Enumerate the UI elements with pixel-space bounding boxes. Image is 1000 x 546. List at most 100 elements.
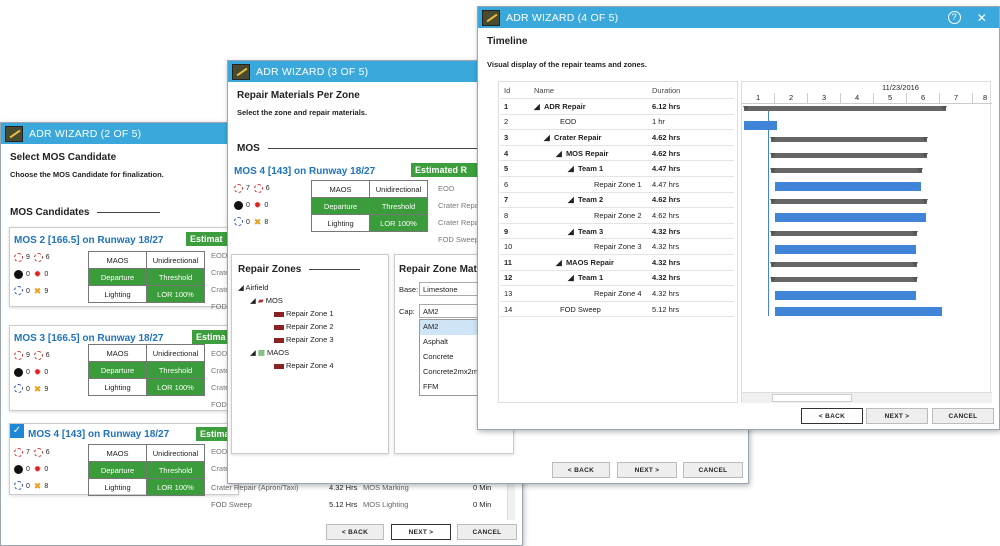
explosion-icon: ✹ [33, 367, 42, 377]
window-title: ADR WIZARD (2 OF 5) [29, 127, 142, 140]
cap-label: Cap: [399, 307, 415, 316]
table-row[interactable]: 4 ◢ MOS Repair 4.62 hrs [500, 145, 734, 162]
summary-bar[interactable] [770, 137, 928, 142]
camouflet-icon [253, 183, 263, 193]
table-row[interactable]: 8 Repair Zone 2 4.62 hrs [500, 207, 734, 224]
col-name[interactable]: Name [530, 83, 648, 100]
damage-icon: ✖ [33, 383, 42, 394]
tree-item-airfield[interactable]: ◢ Airfield [238, 281, 334, 294]
table-row[interactable]: 12 ◢ Team 1 4.32 hrs [500, 270, 734, 287]
adr-logo-icon [5, 125, 23, 142]
table-row[interactable]: 9 ◢ Team 3 4.32 hrs [500, 223, 734, 240]
explosion-icon: ✹ [253, 200, 262, 210]
task-bar[interactable] [775, 245, 916, 254]
candidate-stats: 7 6 0 ✹ 0 0 ✖ 8 [14, 445, 50, 495]
task-bar[interactable] [775, 307, 942, 316]
tree-item-repair-zone-2[interactable]: Repair Zone 2 [238, 320, 334, 333]
col-id[interactable]: Id [500, 83, 530, 100]
table-row[interactable]: 3 ◢ Crater Repair 4.62 hrs [500, 129, 734, 146]
gantt-hour-ticks: 1 2 3 4 5 6 7 8 [742, 93, 992, 104]
tree-item-repair-zone-3[interactable]: Repair Zone 3 [238, 333, 334, 346]
bomb-icon [14, 464, 23, 474]
table-row[interactable]: 7 ◢ Team 2 4.62 hrs [500, 192, 734, 209]
mos-attributes-grid: MAOS Unidirectional Departure Threshold Li… [88, 251, 205, 303]
next-button[interactable]: NEXT > [617, 462, 677, 478]
close-icon[interactable]: ✕ [977, 11, 987, 25]
checkbox-checked-icon[interactable]: ✓ [10, 424, 24, 438]
window-title: ADR WIZARD (4 OF 5) [506, 11, 619, 24]
adr-logo-icon [482, 9, 500, 26]
back-button[interactable]: < BACK [326, 524, 384, 540]
repair-zones-title: Repair Zones [238, 264, 360, 275]
camouflet-icon [33, 252, 43, 262]
table-row[interactable]: 13 Repair Zone 4 4.32 hrs [500, 285, 734, 302]
wizard-step-4-window: ADR WIZARD (4 OF 5) ? ✕ Timeline Visual … [477, 6, 1000, 430]
tree-item-repair-zone-1[interactable]: Repair Zone 1 [238, 307, 334, 320]
crater-icon [14, 447, 23, 457]
candidate-stats: 9 6 0 ✹ 0 0 ✖ 9 [14, 348, 50, 398]
mos-candidate-card[interactable]: MOS 2 [166.5] on Runway 18/27 Estimat 9 … [9, 227, 239, 307]
summary-bar[interactable] [770, 262, 918, 267]
next-button[interactable]: NEXT > [391, 524, 451, 540]
scrollbar-thumb[interactable] [772, 394, 852, 402]
page-subtitle: Visual display of the repair teams and z… [487, 60, 647, 69]
title-bar: ADR WIZARD (4 OF 5) ? ✕ [478, 7, 999, 28]
damage-icon: ✖ [253, 216, 262, 227]
summary-bar[interactable] [770, 168, 923, 173]
summary-bar[interactable] [770, 153, 928, 158]
estimate-details: EOD Crater Repa Crater Repa FOD Sweep [438, 184, 479, 244]
task-bar[interactable] [744, 121, 777, 130]
horizontal-scrollbar[interactable] [742, 392, 992, 403]
table-row[interactable]: 5 ◢ Team 1 4.47 hrs [500, 160, 734, 178]
crater-icon [14, 252, 23, 262]
crater-icon [234, 183, 243, 193]
task-bar[interactable] [775, 213, 926, 222]
mos-candidate-card-selected[interactable]: ✓ MOS 4 [143] on Runway 18/27 Estima 7 6… [9, 423, 239, 496]
back-button[interactable]: < BACK [801, 408, 863, 424]
mos-attributes-grid: MAOS Unidirectional Departure Threshold Li… [88, 344, 205, 396]
materials-title: Repair Zone Mat [399, 264, 477, 275]
page-heading: Timeline [487, 36, 528, 47]
timeline-task-table: Id Name Duration 1 ◢ ADR Repair 6.12 hrs 2 EO… [500, 83, 734, 318]
summary-bar[interactable] [770, 231, 918, 236]
repair-zone-icon [274, 311, 284, 317]
table-row[interactable]: 11 ◢ MAOS Repair 4.32 hrs [500, 254, 734, 271]
next-button[interactable]: NEXT > [866, 408, 928, 424]
cancel-button[interactable]: CANCEL [932, 408, 994, 424]
cancel-button[interactable]: CANCEL [457, 524, 517, 540]
bomb-icon [14, 269, 23, 279]
summary-bar[interactable] [770, 277, 918, 282]
unknown-icon [14, 481, 23, 491]
crater-icon [14, 350, 23, 360]
candidate-stats: 7 6 0 ✹ 0 0 ✖ 8 [234, 181, 270, 231]
back-button[interactable]: < BACK [552, 462, 610, 478]
table-row[interactable]: 2 EOD 1 hr [500, 114, 734, 131]
col-duration[interactable]: Duration [648, 83, 734, 100]
help-icon[interactable]: ? [947, 10, 961, 24]
repair-zone-tree: ◢ Airfield ◢ ▰ MOS Repair Zone 1 Repair … [238, 281, 334, 372]
tree-item-repair-zone-4[interactable]: Repair Zone 4 [238, 359, 334, 372]
estimate-label: Estimat [186, 232, 227, 246]
repair-zone-icon [274, 363, 284, 369]
task-bar[interactable] [775, 182, 921, 191]
gantt-chart[interactable]: 11/23/2016 1 2 3 4 5 6 7 8 [741, 81, 992, 403]
scrollbar[interactable] [507, 480, 515, 520]
mos-attributes-grid: MAOS Unidirectional Departure Threshold Li… [311, 180, 428, 232]
explosion-icon: ✹ [33, 269, 42, 279]
summary-bar[interactable] [743, 106, 947, 111]
damage-icon: ✖ [33, 480, 42, 491]
mos-attributes-grid: MAOS Unidirectional Departure Threshold Li… [88, 444, 205, 496]
task-bar[interactable] [775, 291, 916, 300]
adr-logo-icon [232, 63, 250, 80]
mos-candidate-card[interactable]: MOS 3 [166.5] on Runway 18/27 Estima 9 6… [9, 325, 239, 411]
unknown-icon [14, 286, 23, 296]
table-row[interactable]: 10 Repair Zone 3 4.32 hrs [500, 238, 734, 256]
cancel-button[interactable]: CANCEL [683, 462, 743, 478]
summary-bar[interactable] [770, 199, 928, 204]
table-row[interactable]: 14 FOD Sweep 5.12 hrs [500, 301, 734, 318]
table-row[interactable]: 1 ◢ ADR Repair 6.12 hrs [500, 98, 734, 115]
tree-item-mos[interactable]: ◢ ▰ MOS [238, 294, 334, 307]
table-row[interactable]: 6 Repair Zone 1 4.47 hrs [500, 176, 734, 193]
damage-icon: ✖ [33, 285, 42, 296]
tree-item-maos[interactable]: ◢ ▦ MAOS [238, 346, 334, 359]
